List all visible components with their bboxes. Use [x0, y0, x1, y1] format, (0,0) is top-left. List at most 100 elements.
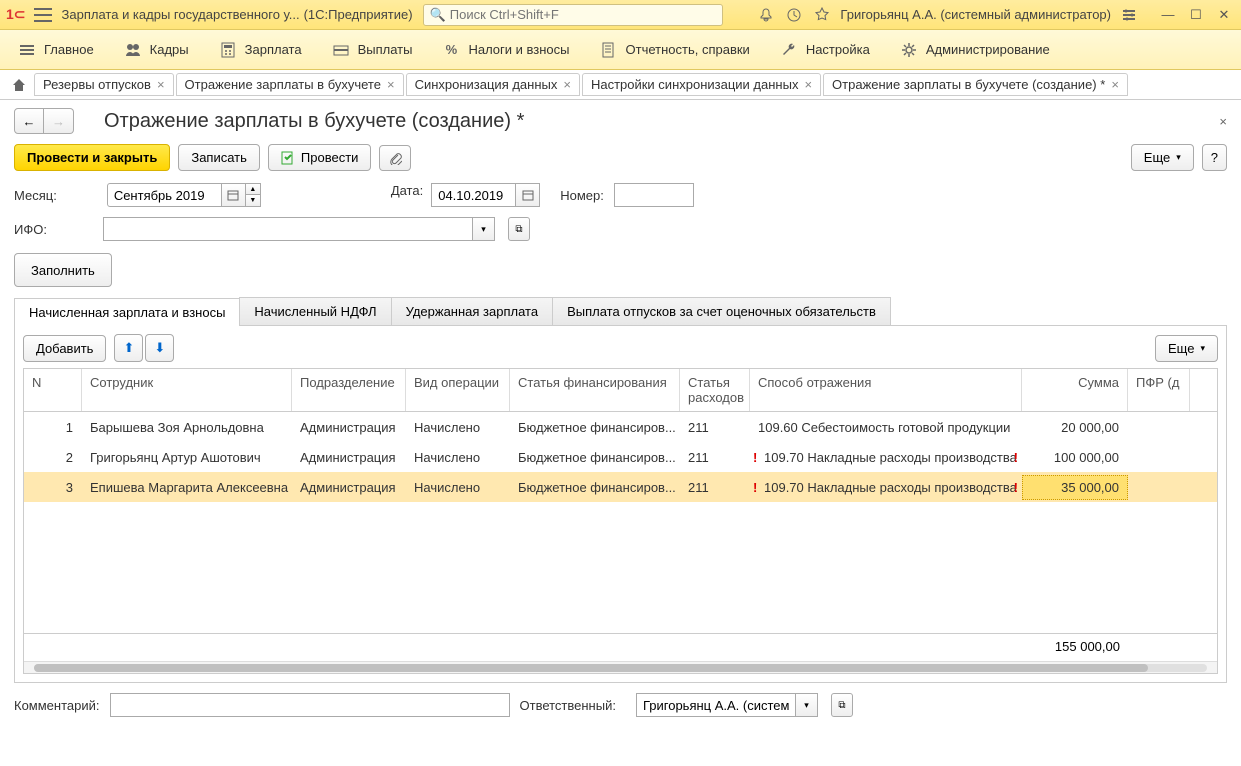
user-name[interactable]: Григорьянц А.А. (системный администратор…: [840, 7, 1111, 22]
th-financing[interactable]: Статья финансирования: [510, 369, 680, 411]
cell-reflection[interactable]: 109.60 Себестоимость готовой продукции: [750, 416, 1022, 439]
close-icon[interactable]: ×: [387, 77, 395, 92]
attach-button[interactable]: [379, 145, 411, 171]
nav-admin[interactable]: Администрирование: [888, 35, 1062, 65]
move-up-button[interactable]: ⬆: [114, 334, 143, 362]
nav-forward-button[interactable]: →: [44, 108, 74, 134]
date-input[interactable]: [431, 183, 516, 207]
nav-otchetnost[interactable]: Отчетность, справки: [588, 35, 762, 65]
cell-expense[interactable]: 211: [680, 416, 750, 439]
cell-department[interactable]: Администрация: [292, 446, 406, 469]
cell-financing[interactable]: Бюджетное финансиров...: [510, 446, 680, 469]
nav-back-button[interactable]: ←: [14, 108, 44, 134]
search-input[interactable]: [450, 7, 716, 22]
th-pfr[interactable]: ПФР (д: [1128, 369, 1190, 411]
cell-operation[interactable]: Начислено: [406, 416, 510, 439]
th-n[interactable]: N: [24, 369, 82, 411]
cell-pfr[interactable]: [1128, 423, 1190, 431]
cell-pfr[interactable]: [1128, 453, 1190, 461]
cell-n[interactable]: 1: [24, 416, 82, 439]
cell-employee[interactable]: Григорьянц Артур Ашотович: [82, 446, 292, 469]
table-row[interactable]: 2 Григорьянц Артур Ашотович Администраци…: [24, 442, 1217, 472]
th-expense[interactable]: Статья расходов: [680, 369, 750, 411]
itab-uderzhannaya[interactable]: Удержанная зарплата: [391, 297, 553, 325]
home-tab[interactable]: [6, 73, 32, 97]
cell-n[interactable]: 2: [24, 446, 82, 469]
add-row-button[interactable]: Добавить: [23, 335, 106, 362]
more-button[interactable]: Еще ▾: [1131, 144, 1194, 171]
ifo-input[interactable]: [103, 217, 473, 241]
cell-expense[interactable]: 211: [680, 446, 750, 469]
menu-burger-icon[interactable]: [34, 8, 52, 22]
nav-nalogi[interactable]: % Налоги и взносы: [430, 35, 581, 65]
doc-close-button[interactable]: ×: [1219, 114, 1227, 129]
cell-reflection[interactable]: !109.70 Накладные расходы производства!: [750, 446, 1022, 469]
open-ref-button[interactable]: ⧉: [831, 693, 853, 717]
tab-otrazhenie-1[interactable]: Отражение зарплаты в бухучете ×: [176, 73, 404, 96]
itab-vyplata[interactable]: Выплата отпусков за счет оценочных обяза…: [552, 297, 891, 325]
itab-ndfl[interactable]: Начисленный НДФЛ: [239, 297, 391, 325]
chevron-down-icon[interactable]: ▾: [796, 693, 818, 717]
table-row[interactable]: 1 Барышева Зоя Арнольдовна Администрация…: [24, 412, 1217, 442]
cell-operation[interactable]: Начислено: [406, 446, 510, 469]
cell-pfr[interactable]: [1128, 483, 1190, 491]
nav-vyplaty[interactable]: Выплаты: [320, 35, 425, 65]
settings-icon[interactable]: [1119, 5, 1139, 25]
cell-department[interactable]: Администрация: [292, 416, 406, 439]
cell-employee[interactable]: Барышева Зоя Арнольдовна: [82, 416, 292, 439]
history-icon[interactable]: [784, 5, 804, 25]
cell-n[interactable]: 3: [24, 476, 82, 499]
month-input[interactable]: [107, 183, 222, 207]
cell-employee[interactable]: Епишева Маргарита Алексеевна: [82, 476, 292, 499]
cell-sum[interactable]: 20 000,00: [1022, 416, 1128, 439]
open-ref-button[interactable]: ⧉: [508, 217, 530, 241]
cell-department[interactable]: Администрация: [292, 476, 406, 499]
cell-sum[interactable]: 100 000,00: [1022, 446, 1128, 469]
minimize-button[interactable]: —: [1157, 4, 1179, 26]
th-sum[interactable]: Сумма: [1022, 369, 1128, 411]
calendar-icon[interactable]: [516, 183, 540, 207]
cell-expense[interactable]: 211: [680, 476, 750, 499]
nav-kadry[interactable]: Кадры: [112, 35, 201, 65]
spin-up[interactable]: ▲: [246, 184, 260, 195]
tab-otrazhenie-create[interactable]: Отражение зарплаты в бухучете (создание)…: [823, 73, 1128, 96]
nav-glavnoe[interactable]: Главное: [6, 35, 106, 65]
horizontal-scrollbar[interactable]: [24, 661, 1217, 673]
post-and-close-button[interactable]: Провести и закрыть: [14, 144, 170, 171]
th-operation[interactable]: Вид операции: [406, 369, 510, 411]
cell-reflection[interactable]: !109.70 Накладные расходы производства!: [750, 476, 1022, 499]
global-search[interactable]: 🔍: [423, 4, 723, 26]
cell-sum[interactable]: 35 000,00: [1022, 475, 1128, 500]
cell-financing[interactable]: Бюджетное финансиров...: [510, 476, 680, 499]
number-input[interactable]: [614, 183, 694, 207]
nav-zarplata[interactable]: Зарплата: [207, 35, 314, 65]
table-more-button[interactable]: Еще ▾: [1155, 335, 1218, 362]
tab-sync[interactable]: Синхронизация данных ×: [406, 73, 580, 96]
close-icon[interactable]: ×: [563, 77, 571, 92]
maximize-button[interactable]: ☐: [1185, 4, 1207, 26]
calendar-icon[interactable]: [222, 183, 246, 207]
th-reflection[interactable]: Способ отражения: [750, 369, 1022, 411]
table-row[interactable]: 3 Епишева Маргарита Алексеевна Администр…: [24, 472, 1217, 502]
nav-nastroika[interactable]: Настройка: [768, 35, 882, 65]
itab-nachislennaya[interactable]: Начисленная зарплата и взносы: [14, 298, 240, 326]
tab-sync-settings[interactable]: Настройки синхронизации данных ×: [582, 73, 821, 96]
close-window-button[interactable]: ✕: [1213, 4, 1235, 26]
th-department[interactable]: Подразделение: [292, 369, 406, 411]
close-icon[interactable]: ×: [157, 77, 165, 92]
chevron-down-icon[interactable]: ▾: [473, 217, 495, 241]
close-icon[interactable]: ×: [1111, 77, 1119, 92]
spin-down[interactable]: ▼: [246, 195, 260, 206]
post-button[interactable]: Провести: [268, 144, 372, 171]
bell-icon[interactable]: [756, 5, 776, 25]
comment-input[interactable]: [110, 693, 510, 717]
th-employee[interactable]: Сотрудник: [82, 369, 292, 411]
tab-rezervy[interactable]: Резервы отпусков ×: [34, 73, 174, 96]
responsible-input[interactable]: [636, 693, 796, 717]
cell-financing[interactable]: Бюджетное финансиров...: [510, 416, 680, 439]
close-icon[interactable]: ×: [804, 77, 812, 92]
move-down-button[interactable]: ⬇: [145, 334, 174, 362]
fill-button[interactable]: Заполнить: [14, 253, 112, 287]
help-button[interactable]: ?: [1202, 144, 1227, 171]
save-button[interactable]: Записать: [178, 144, 260, 171]
